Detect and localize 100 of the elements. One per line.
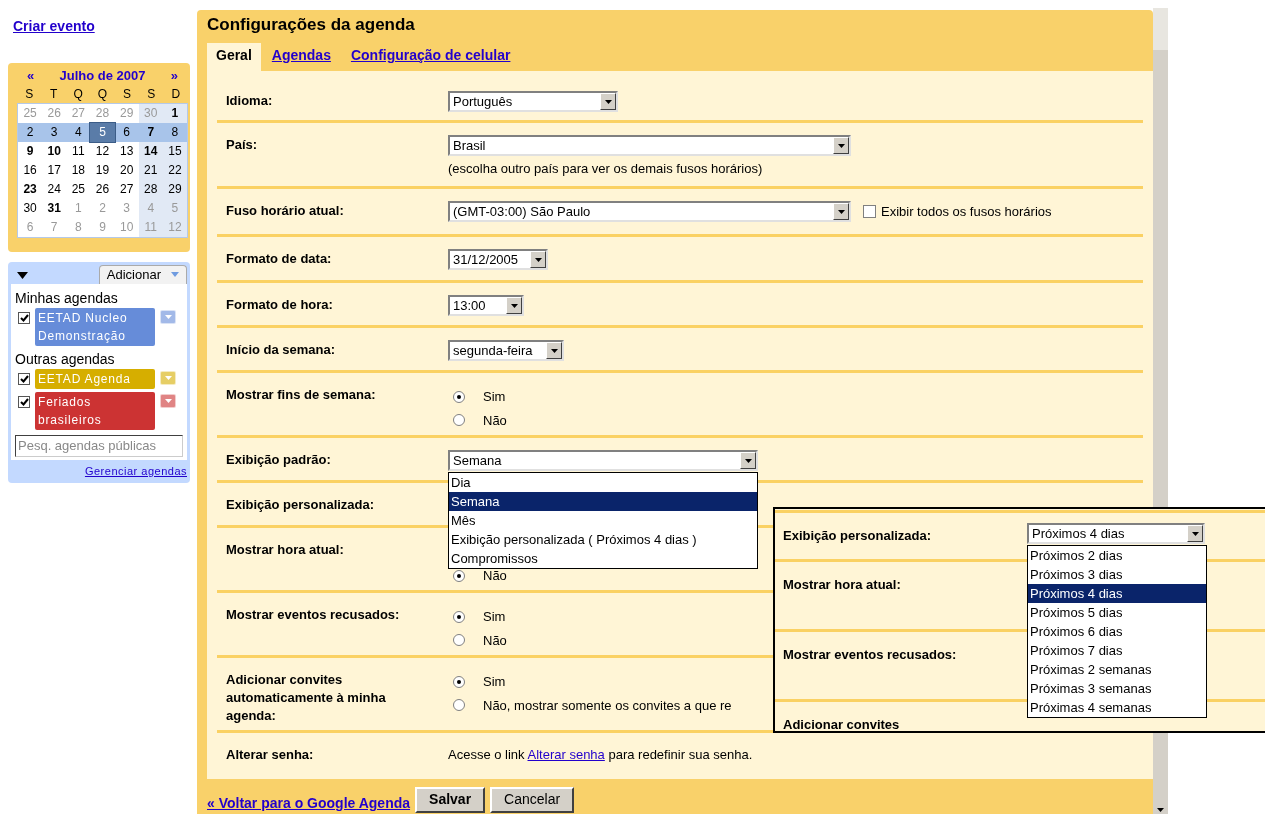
calendar-day[interactable]: 12 [90,141,115,161]
calendar-day[interactable]: 1 [162,103,187,123]
calendar-day[interactable]: 27 [114,179,139,199]
radio-button[interactable] [453,610,465,623]
caret-icon [600,93,616,110]
dropdown-option[interactable]: Compromissos [449,549,757,568]
week-row[interactable]: 30 31 1 2 3 4 5 [18,198,187,218]
radio-button[interactable] [453,414,465,427]
dropdown-select[interactable]: Semana [448,450,758,471]
settings-tab[interactable]: Geral [207,43,261,71]
search-field[interactable]: Pesq. agendas públicas [15,434,183,457]
manage-calendars-link[interactable]: Gerenciar agendas [84,462,187,479]
dropdown-select[interactable]: 31/12/2005 [448,249,548,270]
change-password-link[interactable]: Alterar senha [527,747,605,762]
radio-button[interactable] [453,634,465,647]
collapse-arrow-icon[interactable] [17,271,28,279]
caret-icon [171,272,179,277]
checkbox[interactable] [863,205,876,218]
settings-tab[interactable]: Agendas [262,43,340,71]
week-row[interactable]: 25 26 27 28 29 30 1 [18,103,187,123]
dropdown-select[interactable]: Próximos 4 dias [1027,523,1205,544]
settings-tab[interactable]: Configuração de celular [341,43,520,71]
setting-label: Exibição personalizada: [226,497,375,512]
previous-month-button[interactable]: « [27,66,35,86]
calendar-day[interactable]: 19 [90,160,115,180]
calendar-day[interactable]: 24 [42,179,67,199]
caret-icon [164,314,172,319]
setting-label: Adicionar convites automaticamente à minha agenda: [226,672,386,723]
radio-label: Sim [483,608,506,626]
calendar-day[interactable]: 26 [90,179,115,199]
calendar-menu-button[interactable] [160,393,176,408]
dropdown-option[interactable]: Próximos 3 dias [1028,565,1206,584]
dropdown-option[interactable]: Próximos 2 dias [1028,546,1206,565]
dropdown-option[interactable]: Semana [449,492,757,511]
calendar-day[interactable]: 7 [138,122,163,142]
dropdown-option[interactable]: Exibição personalizada ( Próximos 4 dias ) [449,530,757,549]
weekday-label: Q [96,85,109,103]
caret-icon [506,297,522,314]
calendar-day[interactable]: 10 [42,141,67,161]
calendar-day[interactable]: 5 [90,122,115,142]
radio-button[interactable] [453,569,465,582]
add-calendar-button[interactable]: Adicionar [98,264,187,284]
calendar-day[interactable]: 16 [18,160,43,180]
calendar-day[interactable]: 14 [138,141,163,161]
dropdown-option[interactable]: Próximas 2 semanas [1028,660,1206,679]
calendar-day[interactable]: 18 [66,160,91,180]
calendar-day[interactable]: 4 [66,122,91,142]
dropdown-select[interactable]: Português [448,91,618,112]
dropdown-option[interactable]: Próximos 5 dias [1028,603,1206,622]
calendar-day[interactable]: 30 [18,198,43,218]
form-button[interactable]: Salvar [415,786,486,813]
setting-label: Fuso horário atual: [226,203,344,218]
dropdown-option[interactable]: Próximas 3 semanas [1028,679,1206,698]
radio-button[interactable] [453,699,465,712]
checkbox[interactable] [18,372,30,385]
calendar-day[interactable]: 2 [18,122,43,142]
dropdown-option[interactable]: Próximos 4 dias [1028,584,1206,603]
calendar-day[interactable]: 11 [66,141,91,161]
dropdown-option[interactable]: Dia [449,473,757,492]
calendar-day[interactable]: 23 [18,179,43,199]
dropdown-option[interactable]: Próximas 4 semanas [1028,698,1206,717]
radio-button[interactable] [453,390,465,403]
setting-label: Mostrar fins de semana: [226,387,376,402]
calendar-group-title: Minhas agendas [15,288,119,308]
calendar-day[interactable]: 9 [18,141,43,161]
dropdown-select[interactable]: segunda-feira [448,340,564,361]
calendar-day[interactable]: 17 [42,160,67,180]
dropdown-select[interactable]: (GMT-03:00) São Paulo [448,201,851,222]
dropdown-option[interactable]: Próximos 7 dias [1028,641,1206,660]
week-row[interactable]: 23 24 25 26 27 28 29 [18,179,187,199]
scrollbar-thumb[interactable] [1153,8,1168,50]
calendar-item[interactable]: Feriados brasileiros [35,391,155,430]
week-row[interactable]: 2 3 4 5 6 7 8 [18,122,187,142]
caret-icon [740,452,756,469]
next-month-button[interactable]: » [170,66,178,86]
checkbox[interactable] [18,311,30,324]
dropdown-option[interactable]: Próximos 6 dias [1028,622,1206,641]
week-row[interactable]: 9 10 11 12 13 14 15 [18,141,187,161]
calendar-group-title: Outras agendas [15,349,116,369]
form-button[interactable]: Cancelar [490,786,575,813]
week-row[interactable]: 16 17 18 19 20 21 22 [18,160,187,180]
back-link[interactable]: « Voltar para o Google Agenda [207,793,411,814]
calendar-day[interactable]: 20 [114,160,139,180]
dropdown-select[interactable]: 13:00 [448,295,524,316]
calendar-day[interactable]: 8 [162,122,187,142]
checkbox[interactable] [18,395,30,408]
weekday-label: S [121,85,132,103]
calendar-day[interactable]: 6 [114,122,139,142]
calendar-day[interactable]: 13 [114,141,139,161]
setting-label: Formato de hora: [226,297,333,312]
calendar-day[interactable]: 25 [66,179,91,199]
radio-button[interactable] [453,675,465,688]
calendar-day[interactable]: 3 [42,122,67,142]
dropdown-option[interactable]: Mês [449,511,757,530]
calendar-day[interactable]: 31 [42,198,67,218]
calendar-day[interactable]: 21 [138,160,163,180]
calendar-day[interactable]: 28 [138,179,163,199]
radio-label: Não [483,631,507,650]
create-event-link[interactable]: Criar evento [13,16,190,37]
dropdown-select[interactable]: Brasil [448,135,851,156]
